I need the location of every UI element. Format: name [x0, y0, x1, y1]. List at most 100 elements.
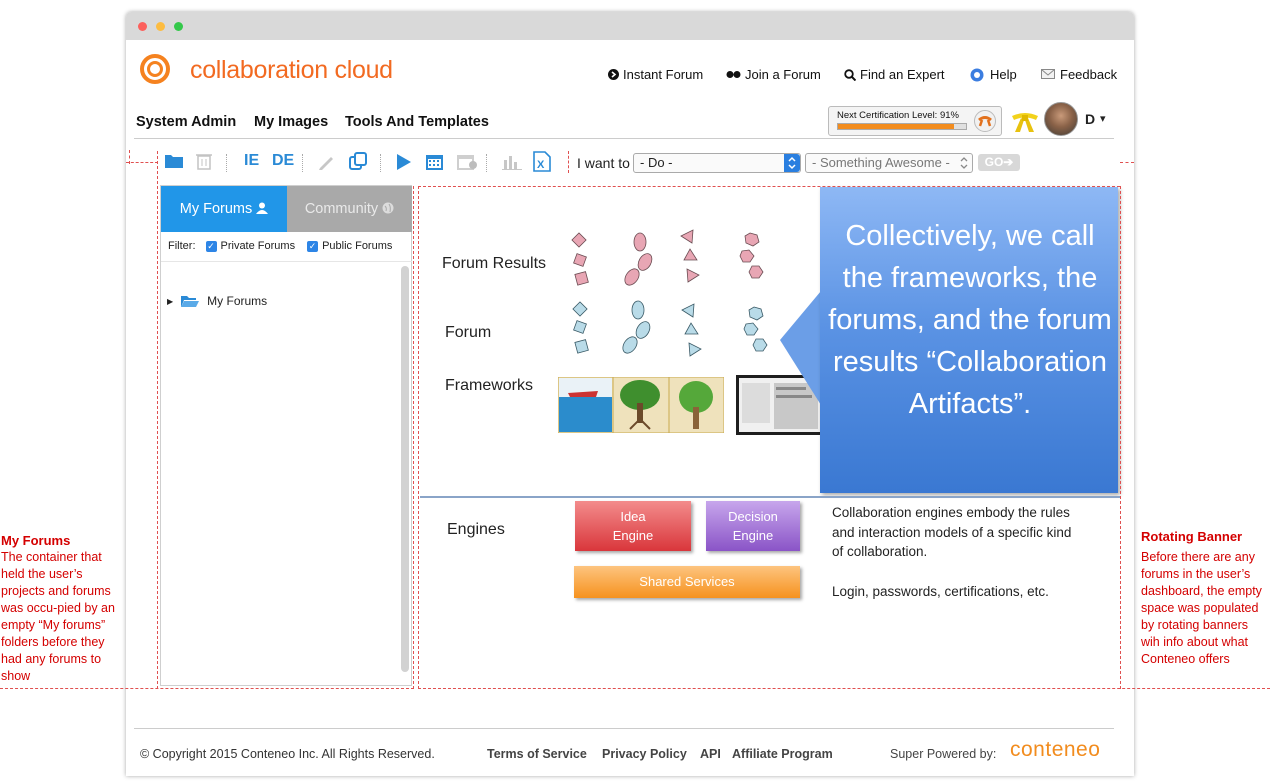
filter-label: Filter:: [168, 240, 196, 252]
public-forums-label[interactable]: Public Forums: [322, 240, 392, 252]
play-icon[interactable]: [396, 153, 412, 171]
something-select[interactable]: - Something Awesome -: [805, 153, 973, 173]
footer-privacy-link[interactable]: Privacy Policy: [602, 747, 687, 761]
annotation-my-forums-title: My Forums: [1, 533, 71, 548]
go-button[interactable]: GO➔: [978, 154, 1020, 171]
nav-find-expert-label: Find an Expert: [860, 67, 945, 82]
idea-engine-box: Idea Engine: [575, 501, 691, 551]
svg-text:X: X: [537, 159, 545, 171]
globe-icon: [382, 202, 394, 214]
zoom-window-button[interactable]: [174, 22, 183, 31]
user-icon: [256, 202, 269, 214]
i-want-to-label: I want to: [577, 155, 630, 171]
footer-brand-logo[interactable]: conteneo: [1010, 738, 1100, 762]
folder-open-icon: [181, 295, 200, 307]
logo-text: collaboration cloud: [190, 56, 393, 84]
menu-my-images[interactable]: My Images: [254, 114, 328, 130]
annotation-guide: [418, 186, 419, 689]
nav-feedback[interactable]: Feedback: [1041, 67, 1117, 82]
bar-chart-icon[interactable]: [502, 153, 522, 170]
title-bar: [126, 12, 1134, 40]
menu-system-admin[interactable]: System Admin: [136, 114, 236, 130]
de-icon[interactable]: DE: [272, 152, 294, 170]
belt-badge-icon: [974, 110, 996, 132]
header-divider: [134, 138, 1114, 139]
search-icon: [844, 68, 856, 81]
something-select-arrow-icon: [956, 154, 972, 172]
folder-icon[interactable]: [165, 153, 184, 169]
annotation-guide: [413, 186, 414, 689]
tree-expand-icon[interactable]: ▶: [167, 297, 173, 306]
private-forums-checkbox[interactable]: ✓: [205, 240, 217, 252]
engines-description: Collaboration engines embody the rules a…: [832, 505, 1072, 559]
tab-my-forums-label: My Forums: [179, 201, 253, 217]
decision-engine-label: Decision Engine: [728, 509, 778, 543]
close-window-button[interactable]: [138, 22, 147, 31]
ie-icon[interactable]: IE: [244, 152, 259, 170]
tab-my-forums[interactable]: My Forums: [161, 186, 287, 232]
nav-instant-forum-label: Instant Forum: [623, 67, 704, 82]
user-initial[interactable]: D: [1085, 111, 1095, 127]
annotation-guide: [157, 151, 158, 689]
footer-terms-link[interactable]: Terms of Service: [487, 747, 587, 761]
annotation-banner-body: Before there are any forums in the user’…: [1141, 550, 1262, 666]
certification-progress[interactable]: Next Certification Level: 91%: [828, 106, 1002, 136]
forum-shapes: [572, 300, 768, 357]
tree-item-my-forums[interactable]: ▶ My Forums: [167, 294, 267, 308]
annotation-my-forums: My Forums The container that held the us…: [1, 532, 127, 685]
nav-help-label: Help: [990, 67, 1017, 82]
menu-tools-templates[interactable]: Tools And Templates: [345, 114, 489, 130]
nav-find-expert[interactable]: Find an Expert: [844, 67, 945, 82]
annotation-guide: [418, 688, 1270, 689]
cert-label: Next Certification Level: 91%: [837, 110, 959, 121]
copy-icon[interactable]: [348, 151, 368, 171]
logo-icon-inner: [147, 61, 163, 77]
user-menu-caret-icon[interactable]: ▾: [1100, 112, 1106, 125]
nav-instant-forum[interactable]: Instant Forum: [608, 67, 703, 82]
scrollbar[interactable]: [401, 266, 409, 672]
do-select[interactable]: - Do -: [633, 153, 801, 173]
annotation-guide: [126, 162, 158, 163]
banner-engines-label: Engines: [447, 521, 505, 538]
my-forums-panel: My Forums Community Filter: ✓ Private Fo…: [160, 185, 412, 686]
do-select-value: - Do -: [640, 155, 673, 170]
nav-feedback-label: Feedback: [1060, 67, 1118, 82]
envelope-icon: [1041, 69, 1055, 79]
annotation-guide: [1120, 162, 1134, 163]
rotating-banner: Forum Results Forum Frameworks Collectiv…: [420, 185, 1120, 686]
shared-services-box: Shared Services: [574, 566, 800, 598]
footer-api-link[interactable]: API: [700, 747, 721, 761]
tab-community[interactable]: Community: [287, 186, 412, 232]
cert-progress-fill: [838, 124, 955, 129]
tab-community-label: Community: [304, 201, 379, 217]
annotation-guide: [0, 688, 414, 689]
avatar[interactable]: [1044, 102, 1078, 136]
public-forums-checkbox[interactable]: ✓: [307, 240, 319, 252]
footer-affiliate-link[interactable]: Affiliate Program: [732, 747, 833, 761]
tree-item-label: My Forums: [207, 294, 268, 308]
trash-icon[interactable]: [196, 152, 212, 170]
shared-services-label: Shared Services: [639, 574, 735, 589]
annotation-rotating-banner: Rotating Banner Before there are any for…: [1141, 528, 1267, 668]
annotation-guide: [418, 186, 1120, 187]
annotation-banner-title: Rotating Banner: [1141, 529, 1243, 544]
nav-join-forum[interactable]: Join a Forum: [726, 67, 821, 82]
pencil-icon[interactable]: [317, 153, 335, 171]
banner-frameworks-label: Frameworks: [445, 377, 534, 394]
minimize-window-button[interactable]: [156, 22, 165, 31]
app-window: collaboration cloud Instant Forum Join a…: [126, 12, 1134, 776]
banner-divider: [420, 496, 1120, 498]
excel-icon[interactable]: X: [533, 151, 551, 172]
filter-divider: [161, 261, 412, 262]
footer-powered-label: Super Powered by:: [890, 747, 997, 761]
calendar-people-icon[interactable]: [456, 152, 478, 171]
forum-filter: Filter: ✓ Private Forums ✓ Public Forums: [168, 240, 392, 252]
calendar-icon[interactable]: [425, 152, 444, 171]
framework-images: [558, 377, 724, 433]
banner-forum-results-label: Forum Results: [442, 255, 547, 272]
callout-text: Collectively, we call the frameworks, th…: [828, 220, 1112, 420]
nav-help[interactable]: Help: [970, 67, 1017, 82]
forum-results-shapes: [571, 229, 764, 286]
private-forums-label[interactable]: Private Forums: [221, 240, 296, 252]
glasses-icon: [726, 71, 741, 78]
